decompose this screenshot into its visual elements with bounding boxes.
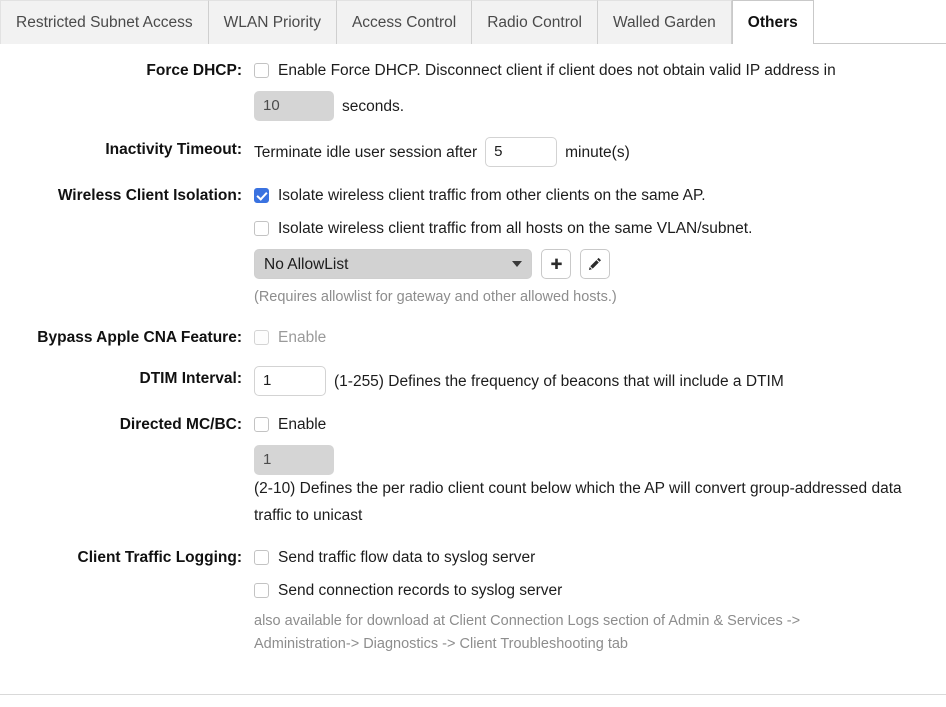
others-settings-form: Force DHCP: Enable Force DHCP. Disconnec… — [0, 44, 946, 656]
force-dhcp-label: Force DHCP: — [146, 62, 242, 79]
row-client-traffic-logging: Client Traffic Logging: Send traffic flo… — [0, 545, 946, 656]
dtim-interval-input[interactable]: 1 — [254, 366, 326, 396]
allowlist-selected-value: No AllowList — [264, 255, 349, 273]
tab-label: Restricted Subnet Access — [16, 13, 193, 31]
directed-mcbc-checkbox-label: Enable — [278, 416, 327, 433]
allowlist-hint: (Requires allowlist for gateway and othe… — [254, 289, 617, 305]
plus-icon — [549, 257, 564, 272]
inactivity-timeout-prefix: Terminate idle user session after — [254, 143, 478, 161]
tab-others[interactable]: Others — [731, 0, 814, 45]
isolate-same-vlan-label: Isolate wireless client traffic from all… — [278, 220, 753, 237]
bypass-apple-cna-label: Bypass Apple CNA Feature: — [37, 329, 242, 346]
directed-mcbc-checkbox[interactable] — [254, 417, 269, 432]
isolate-same-vlan-checkbox[interactable] — [254, 221, 269, 236]
directed-mcbc-count-input[interactable]: 1 — [254, 445, 334, 475]
directed-mcbc-description: (2-10) Defines the per radio client coun… — [254, 480, 902, 524]
force-dhcp-timeout-unit: seconds. — [342, 97, 405, 115]
client-traffic-logging-label: Client Traffic Logging: — [77, 549, 242, 566]
tab-walled-garden[interactable]: Walled Garden — [597, 0, 732, 44]
directed-mcbc-field: Enable 1 (2-10) Defines the per radio cl… — [242, 412, 946, 529]
isolate-same-ap-checkbox[interactable] — [254, 188, 269, 203]
row-wireless-client-isolation: Wireless Client Isolation: Isolate wirel… — [0, 183, 946, 309]
tab-label: Access Control — [351, 13, 457, 31]
allowlist-select[interactable]: No AllowList — [254, 249, 532, 279]
tab-restricted-subnet-access[interactable]: Restricted Subnet Access — [0, 0, 209, 44]
force-dhcp-field: Enable Force DHCP. Disconnect client if … — [242, 58, 946, 121]
tab-label: Others — [747, 13, 798, 31]
pencil-icon — [587, 256, 603, 272]
isolate-same-ap-label: Isolate wireless client traffic from oth… — [278, 187, 706, 204]
dtim-interval-field: 1 (1-255) Defines the frequency of beaco… — [242, 366, 946, 396]
row-directed-mcbc: Directed MC/BC: Enable 1 (2-10) Defines … — [0, 412, 946, 529]
tab-bar: Restricted Subnet Access WLAN Priority A… — [0, 0, 946, 45]
row-force-dhcp: Force DHCP: Enable Force DHCP. Disconnec… — [0, 58, 946, 121]
inactivity-timeout-label: Inactivity Timeout: — [105, 141, 242, 158]
tab-label: Radio Control — [487, 13, 582, 31]
inactivity-timeout-unit: minute(s) — [565, 143, 630, 161]
row-bypass-apple-cna: Bypass Apple CNA Feature: Enable — [0, 325, 946, 350]
edit-allowlist-button[interactable] — [580, 249, 610, 279]
dtim-interval-label: DTIM Interval: — [139, 370, 242, 387]
chevron-down-icon — [512, 261, 522, 267]
force-dhcp-timeout-input[interactable]: 10 — [254, 91, 334, 121]
force-dhcp-checkbox[interactable] — [254, 63, 269, 78]
bypass-apple-cna-checkbox-label: Enable — [278, 329, 327, 346]
client-traffic-logging-field: Send traffic flow data to syslog server … — [242, 545, 946, 656]
tab-radio-control[interactable]: Radio Control — [472, 0, 598, 44]
inactivity-timeout-input[interactable]: 5 — [485, 137, 558, 167]
directed-mcbc-label: Directed MC/BC: — [119, 416, 242, 433]
send-connection-records-label: Send connection records to syslog server — [278, 582, 563, 599]
dtim-interval-description: (1-255) Defines the frequency of beacons… — [334, 372, 784, 390]
send-connection-records-checkbox[interactable] — [254, 583, 269, 598]
inactivity-timeout-field: Terminate idle user session after 5 minu… — [242, 137, 946, 167]
wireless-client-isolation-label: Wireless Client Isolation: — [57, 187, 242, 204]
tab-strip-filler — [813, 0, 946, 44]
bypass-apple-cna-field: Enable — [242, 325, 946, 350]
tab-access-control[interactable]: Access Control — [336, 0, 473, 44]
bypass-apple-cna-checkbox[interactable] — [254, 330, 269, 345]
tab-label: WLAN Priority — [223, 13, 321, 31]
client-traffic-logging-hint: also available for download at Client Co… — [254, 613, 801, 652]
row-inactivity-timeout: Inactivity Timeout: Terminate idle user … — [0, 137, 946, 167]
add-allowlist-button[interactable] — [541, 249, 571, 279]
tab-wlan-priority[interactable]: WLAN Priority — [208, 0, 337, 44]
footer-divider — [0, 694, 946, 695]
send-traffic-flow-label: Send traffic flow data to syslog server — [278, 549, 536, 566]
force-dhcp-checkbox-label: Enable Force DHCP. Disconnect client if … — [278, 62, 836, 79]
wireless-client-isolation-field: Isolate wireless client traffic from oth… — [242, 183, 946, 309]
tab-label: Walled Garden — [612, 13, 716, 31]
row-dtim-interval: DTIM Interval: 1 (1-255) Defines the fre… — [0, 366, 946, 396]
send-traffic-flow-checkbox[interactable] — [254, 550, 269, 565]
